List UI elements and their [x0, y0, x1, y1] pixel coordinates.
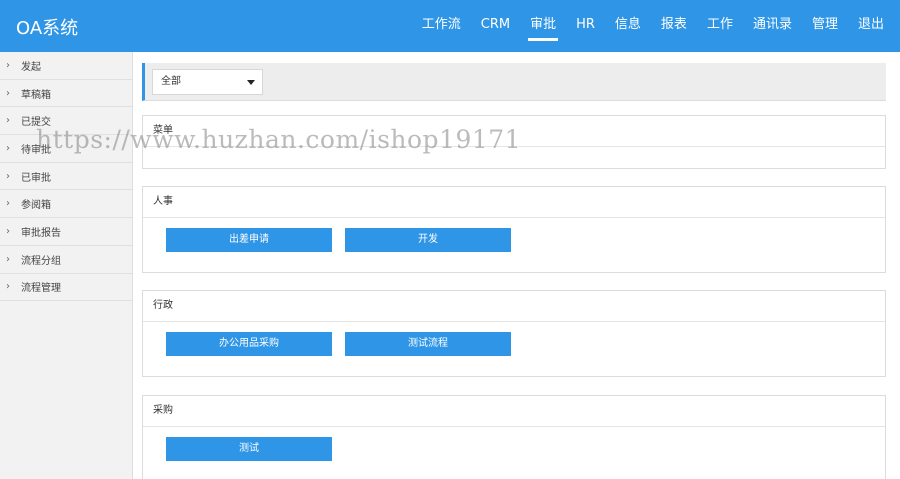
nav-info[interactable]: 信息 [605, 0, 651, 52]
group-panel-admin: 行政 办公用品采购 测试流程 [142, 290, 886, 377]
nav-reports[interactable]: 报表 [651, 0, 697, 52]
nav-workflow[interactable]: 工作流 [412, 0, 471, 52]
sidebar-item-initiate[interactable]: › 发起 [0, 52, 132, 80]
chevron-right-icon: › [6, 87, 10, 99]
top-bar: OA系统 工作流 CRM 审批 HR 信息 报表 工作 通讯录 管理 退出 [0, 0, 900, 52]
chevron-right-icon: › [6, 142, 10, 154]
group-title: 行政 [143, 291, 885, 322]
sidebar: › 发起 › 草稿箱 › 已提交 › 待审批 › 已审批 › 参阅箱 › 审批报… [0, 52, 133, 479]
sidebar-item-label: 流程管理 [21, 283, 61, 295]
app-title: OA系统 [16, 18, 79, 39]
sidebar-item-label: 流程分组 [21, 255, 61, 267]
nav-admin[interactable]: 管理 [802, 0, 848, 52]
sidebar-item-groups[interactable]: › 流程分组 [0, 246, 132, 274]
sidebar-item-label: 发起 [21, 61, 41, 73]
sidebar-item-label: 草稿箱 [21, 89, 51, 101]
sidebar-item-label: 待审批 [21, 144, 51, 156]
caret-down-icon [247, 80, 255, 85]
nav-approval[interactable]: 审批 [520, 0, 566, 52]
group-panel-hr: 人事 出差申请 开发 [142, 186, 886, 273]
sidebar-item-report[interactable]: › 审批报告 [0, 218, 132, 246]
sidebar-item-label: 审批报告 [21, 227, 61, 239]
sidebar-item-submitted[interactable]: › 已提交 [0, 107, 132, 136]
top-nav: 工作流 CRM 审批 HR 信息 报表 工作 通讯录 管理 退出 [412, 0, 894, 52]
nav-contacts[interactable]: 通讯录 [743, 0, 802, 52]
nav-logout[interactable]: 退出 [848, 0, 894, 52]
sidebar-item-pending[interactable]: › 待审批 [0, 135, 132, 163]
filter-bar: 全部 [142, 63, 886, 101]
flow-button-office-supplies[interactable]: 办公用品采购 [166, 332, 332, 356]
group-panel-menu: 菜单 [142, 115, 886, 169]
chevron-right-icon: › [6, 170, 10, 182]
chevron-right-icon: › [6, 59, 10, 71]
nav-crm[interactable]: CRM [471, 0, 520, 52]
chevron-right-icon: › [6, 198, 10, 210]
flow-button-test[interactable]: 测试 [166, 437, 332, 461]
chevron-right-icon: › [6, 281, 10, 293]
sidebar-item-label: 参阅箱 [21, 200, 51, 212]
main-content: 全部 菜单 人事 出差申请 开发 行政 办公用品采购 测试流程 采购 测试 [133, 52, 900, 479]
group-title: 人事 [143, 187, 885, 218]
sidebar-item-label: 已审批 [21, 172, 51, 184]
sidebar-item-manage[interactable]: › 流程管理 [0, 274, 132, 302]
nav-hr[interactable]: HR [566, 0, 605, 52]
flow-button-business-trip[interactable]: 出差申请 [166, 228, 332, 252]
flow-button-test-flow[interactable]: 测试流程 [345, 332, 511, 356]
flow-button-develop[interactable]: 开发 [345, 228, 511, 252]
group-title: 菜单 [143, 116, 885, 147]
chevron-right-icon: › [6, 115, 10, 127]
group-title: 采购 [143, 396, 885, 427]
category-select-value: 全部 [161, 76, 181, 87]
sidebar-item-approved[interactable]: › 已审批 [0, 163, 132, 191]
nav-work[interactable]: 工作 [697, 0, 743, 52]
category-select[interactable]: 全部 [152, 69, 263, 95]
sidebar-item-cc[interactable]: › 参阅箱 [0, 190, 132, 219]
chevron-right-icon: › [6, 225, 10, 237]
chevron-right-icon: › [6, 253, 10, 265]
sidebar-item-label: 已提交 [21, 117, 51, 129]
group-panel-purchase: 采购 测试 [142, 395, 886, 479]
sidebar-item-drafts[interactable]: › 草稿箱 [0, 80, 132, 108]
